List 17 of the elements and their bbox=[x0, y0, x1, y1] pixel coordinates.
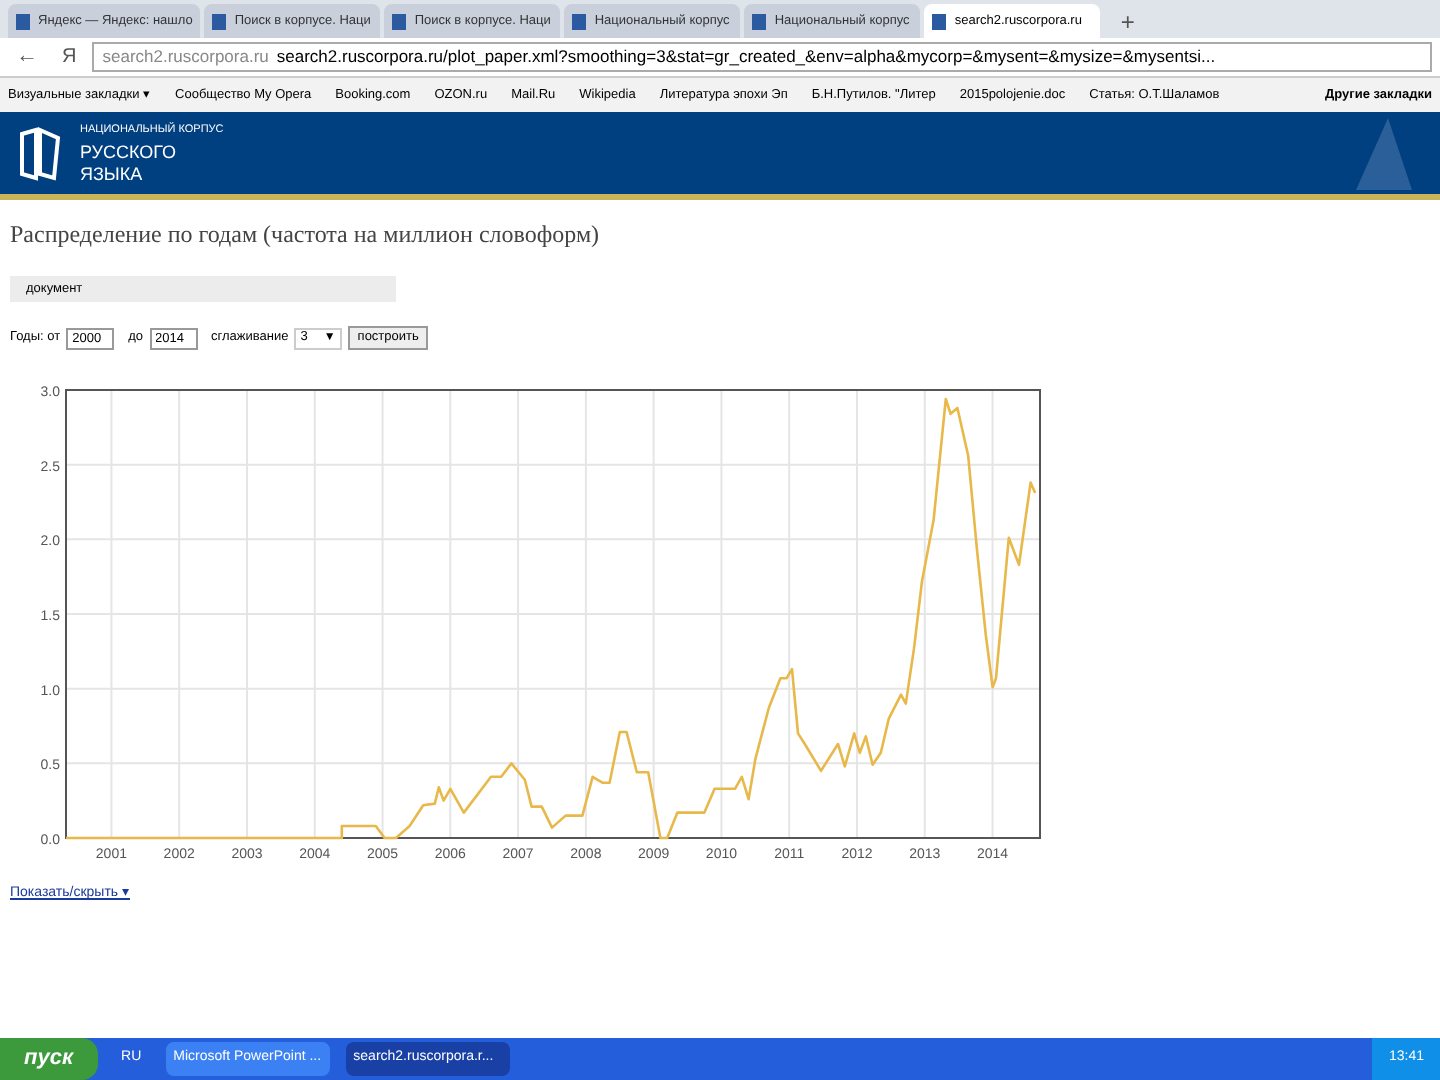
page-icon bbox=[212, 13, 227, 29]
page-title: Распределение по годам (частота на миллион словоформ) bbox=[10, 218, 602, 252]
address-host: search2.ruscorpora.ru bbox=[102, 44, 269, 70]
page-icon bbox=[752, 13, 767, 29]
logo-text: ЯЗЫКА bbox=[80, 164, 145, 186]
address-field[interactable]: search2.ruscorpora.ru search2.ruscorpora.ru/plot_paper.xml?smoothing=3&stat=gr_created_&env=alpha&mycorp=&mysent=&mysize=&mysentsi... bbox=[92, 42, 1432, 72]
back-button[interactable]: ← bbox=[8, 40, 46, 74]
start-button[interactable]: пуск bbox=[0, 1038, 98, 1080]
address-url: search2.ruscorpora.ru/plot_paper.xml?smoothing=3&stat=gr_created_&env=alpha&mycorp=&mysent=&mysize=&mysentsi... bbox=[276, 44, 1216, 70]
new-tab-button[interactable]: + bbox=[1104, 4, 1151, 38]
page-icon bbox=[932, 13, 947, 29]
yandex-button[interactable]: Я bbox=[54, 42, 85, 72]
book-logo-icon bbox=[16, 125, 64, 181]
page-icon bbox=[572, 13, 587, 29]
logo-text: РУССКОГО bbox=[80, 142, 179, 164]
page-icon bbox=[16, 13, 30, 29]
page-icon bbox=[392, 13, 407, 29]
